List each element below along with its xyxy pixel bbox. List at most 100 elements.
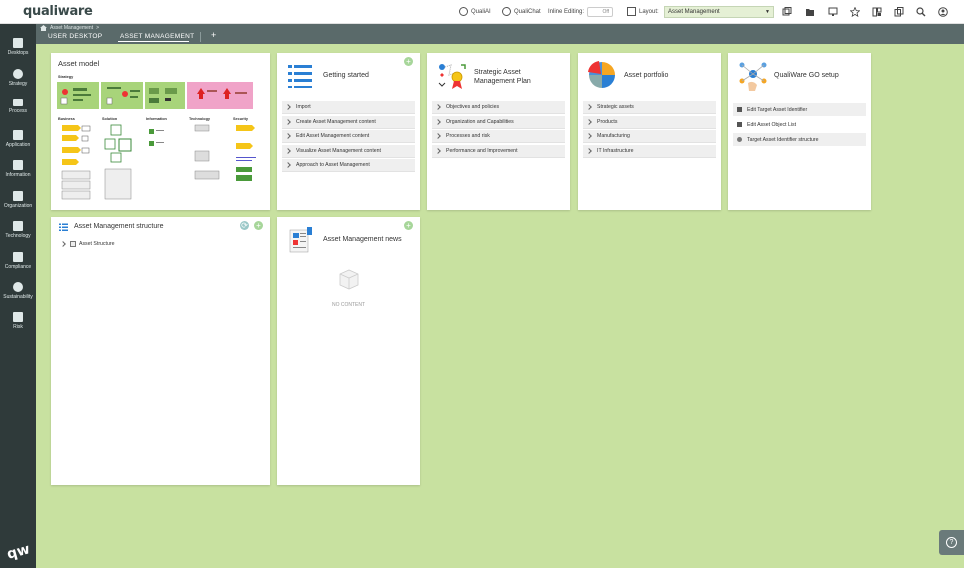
layout-select-value: Asset Management bbox=[668, 9, 720, 15]
qualiware-logo[interactable]: qualiware bbox=[23, 4, 93, 19]
copy-icon[interactable] bbox=[894, 7, 904, 17]
link-manufacturing[interactable]: Manufacturing bbox=[583, 130, 716, 143]
tree-item[interactable]: Asset Structure bbox=[60, 241, 114, 247]
strategic-plan-links: Objectives and policies Organization and… bbox=[432, 101, 565, 159]
folder-icon[interactable] bbox=[805, 7, 815, 17]
newspaper-icon bbox=[289, 227, 312, 253]
inline-editing: Inline Editing: Off bbox=[548, 7, 614, 17]
user-icon[interactable] bbox=[938, 7, 948, 17]
chevron-right-icon bbox=[435, 118, 441, 125]
link-products[interactable]: Products bbox=[583, 115, 716, 129]
inline-editing-toggle[interactable]: Off bbox=[587, 7, 614, 17]
link-it-infrastructure[interactable]: IT Infrastructure bbox=[583, 144, 716, 158]
link-approach[interactable]: Approach to Asset Management bbox=[282, 159, 415, 172]
link-label: Manufacturing bbox=[597, 133, 630, 139]
link-label: Edit Asset Object List bbox=[747, 121, 797, 128]
link-label: Target Asset Identifier structure bbox=[747, 136, 819, 143]
tab-asset-management[interactable]: ASSET MANAGEMENT bbox=[120, 33, 194, 40]
technology-diagram-thumbnail[interactable] bbox=[191, 123, 223, 183]
sidebar-item-sustainability[interactable]: Sustainability bbox=[0, 282, 36, 300]
link-label: Approach to Asset Management bbox=[296, 162, 370, 168]
column-label-solution: Solution bbox=[102, 117, 118, 121]
link-label: Organization and Capabilities bbox=[446, 118, 514, 125]
chevron-down-icon: ▼ bbox=[765, 9, 770, 15]
sidebar-item-label: Information bbox=[5, 172, 31, 178]
link-organization-capabilities[interactable]: Organization and Capabilities bbox=[432, 115, 565, 129]
technology-icon bbox=[13, 221, 23, 231]
sidebar-item-information[interactable]: Information bbox=[0, 160, 36, 178]
help-icon: ? bbox=[946, 537, 957, 548]
qualiai-button[interactable]: QualiAI bbox=[459, 7, 491, 16]
solution-diagram-thumbnail[interactable] bbox=[103, 123, 133, 203]
sidebar-item-risk[interactable]: Risk bbox=[0, 312, 36, 330]
dashboard-icon[interactable] bbox=[872, 7, 882, 17]
search-icon[interactable] bbox=[916, 7, 926, 17]
sidebar-item-application[interactable]: Application bbox=[0, 130, 36, 148]
link-edit-asset-object-list[interactable]: Edit Asset Object List bbox=[733, 118, 866, 131]
desktops-icon bbox=[13, 38, 23, 48]
card-title: Asset portfolio bbox=[624, 72, 669, 79]
security-diagram-thumbnail[interactable] bbox=[234, 123, 264, 193]
strategy-diagram-thumbnail[interactable] bbox=[145, 82, 185, 109]
organization-icon bbox=[13, 191, 23, 201]
link-edit-target-asset-identifier[interactable]: Edit Target Asset Identifier bbox=[733, 103, 866, 116]
link-label: Edit Target Asset Identifier bbox=[747, 106, 808, 113]
help-button[interactable]: ? bbox=[939, 530, 964, 555]
card-title: Asset Management news bbox=[323, 236, 402, 243]
link-objectives-policies[interactable]: Objectives and policies bbox=[432, 101, 565, 114]
strategic-plan-card: Strategic Asset Management Plan Objectiv… bbox=[427, 53, 570, 210]
link-label: Products bbox=[597, 118, 618, 125]
card-title: Asset Management structure bbox=[74, 223, 164, 230]
link-processes-risk[interactable]: Processes and risk bbox=[432, 130, 565, 143]
chevron-right-icon bbox=[435, 147, 441, 154]
chevron-right-icon bbox=[285, 147, 291, 154]
link-target-asset-identifier-structure[interactable]: Target Asset Identifier structure bbox=[733, 133, 866, 146]
chevron-right-icon bbox=[285, 133, 291, 139]
getting-started-card: Getting started + Import Create Asset Ma… bbox=[277, 53, 420, 210]
business-diagram-thumbnail[interactable] bbox=[60, 123, 92, 203]
link-performance-improvement[interactable]: Performance and Improvement bbox=[432, 144, 565, 158]
chevron-right-icon bbox=[586, 147, 592, 154]
link-import[interactable]: Import bbox=[282, 101, 415, 114]
layout-select[interactable]: Asset Management ▼ bbox=[664, 6, 774, 18]
layout-control: Layout: bbox=[627, 7, 659, 16]
strategy-diagram-thumbnail[interactable] bbox=[101, 82, 143, 109]
strategy-icon bbox=[13, 69, 23, 79]
chevron-right-icon bbox=[586, 104, 592, 110]
qualichat-button[interactable]: QualiChat bbox=[502, 7, 541, 16]
sidebar-item-compliance[interactable]: Compliance bbox=[0, 252, 36, 270]
sidebar-item-label: Application bbox=[5, 142, 31, 148]
sidebar-item-label: Sustainability bbox=[3, 294, 33, 300]
link-create-content[interactable]: Create Asset Management content bbox=[282, 115, 415, 129]
add-button[interactable]: + bbox=[404, 57, 413, 66]
share-icon[interactable] bbox=[782, 7, 792, 17]
breadcrumb-item[interactable]: Asset Management bbox=[50, 25, 93, 31]
chevron-right-icon bbox=[285, 118, 291, 125]
sidebar-item-strategy[interactable]: Strategy bbox=[0, 69, 36, 87]
information-diagram-thumbnail[interactable] bbox=[147, 123, 177, 163]
sidebar-item-label: Compliance bbox=[4, 264, 32, 270]
strategy-diagram-thumbnail[interactable] bbox=[187, 82, 253, 109]
asset-portfolio-links: Strategic assets Products Manufacturing … bbox=[583, 101, 716, 159]
sidebar-item-process[interactable]: Process bbox=[0, 99, 36, 114]
add-button[interactable]: + bbox=[254, 221, 263, 230]
sidebar-item-technology[interactable]: Technology bbox=[0, 221, 36, 239]
home-icon[interactable] bbox=[40, 25, 47, 31]
link-edit-content[interactable]: Edit Asset Management content bbox=[282, 130, 415, 143]
tab-user-desktop[interactable]: USER DESKTOP bbox=[48, 33, 102, 40]
monitor-icon[interactable] bbox=[828, 7, 838, 17]
link-label: Processes and risk bbox=[446, 133, 490, 139]
add-button[interactable]: + bbox=[404, 221, 413, 230]
sidebar-item-organization[interactable]: Organization bbox=[0, 191, 36, 209]
strategy-diagram-thumbnail[interactable] bbox=[57, 82, 99, 109]
list-icon bbox=[59, 223, 68, 231]
add-tab-button[interactable]: + bbox=[211, 30, 216, 40]
sidebar-item-desktops[interactable]: Desktops bbox=[0, 38, 36, 56]
refresh-button[interactable]: ⟳ bbox=[240, 221, 249, 230]
link-visualize-content[interactable]: Visualize Asset Management content bbox=[282, 144, 415, 158]
column-label-information: Information bbox=[146, 117, 167, 121]
star-icon[interactable] bbox=[850, 7, 860, 17]
layout-label: Layout: bbox=[639, 8, 659, 15]
link-strategic-assets[interactable]: Strategic assets bbox=[583, 101, 716, 114]
getting-started-links: Import Create Asset Management content E… bbox=[282, 101, 415, 174]
